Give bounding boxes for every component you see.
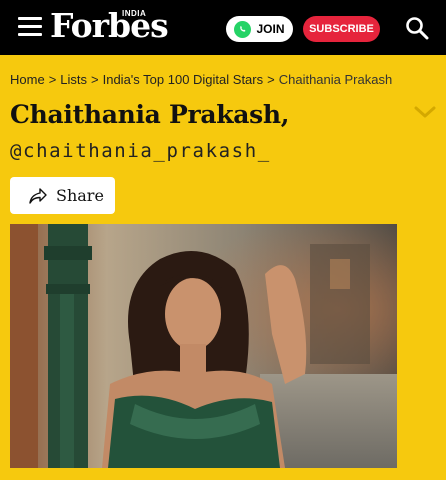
forbes-logo[interactable]: Forbes INDIA <box>50 6 169 46</box>
breadcrumb-separator: > <box>91 72 99 87</box>
share-label: Share <box>56 186 104 205</box>
breadcrumb: Home > Lists > India's Top 100 Digital Stars… <box>10 72 392 87</box>
share-button[interactable]: Share <box>10 177 115 214</box>
whatsapp-icon <box>234 20 252 38</box>
breadcrumb-current: Chaithania Prakash <box>278 72 393 87</box>
logo-text: Forbes <box>50 6 169 45</box>
breadcrumb-lists[interactable]: Lists <box>60 72 87 87</box>
profile-name: Chaithania Prakash, <box>10 100 290 129</box>
share-icon <box>29 187 47 204</box>
breadcrumb-separator: > <box>267 72 275 87</box>
breadcrumb-top-100-digital-stars[interactable]: India's Top 100 Digital Stars <box>103 72 264 87</box>
chevron-down-icon[interactable] <box>414 104 436 118</box>
breadcrumb-separator: > <box>48 72 57 87</box>
menu-icon[interactable] <box>18 17 42 37</box>
breadcrumb-home[interactable]: Home <box>10 72 45 87</box>
subscribe-button[interactable]: SUBSCRIBE <box>303 16 380 42</box>
join-button[interactable]: JOIN <box>226 16 293 42</box>
top-nav-bar: Forbes INDIA JOIN SUBSCRIBE <box>0 0 446 55</box>
profile-handle: @chaithania_prakash_ <box>10 140 271 162</box>
profile-photo <box>10 224 397 468</box>
join-label: JOIN <box>256 22 285 36</box>
search-icon[interactable] <box>405 16 429 40</box>
logo-edition: INDIA <box>122 9 147 18</box>
